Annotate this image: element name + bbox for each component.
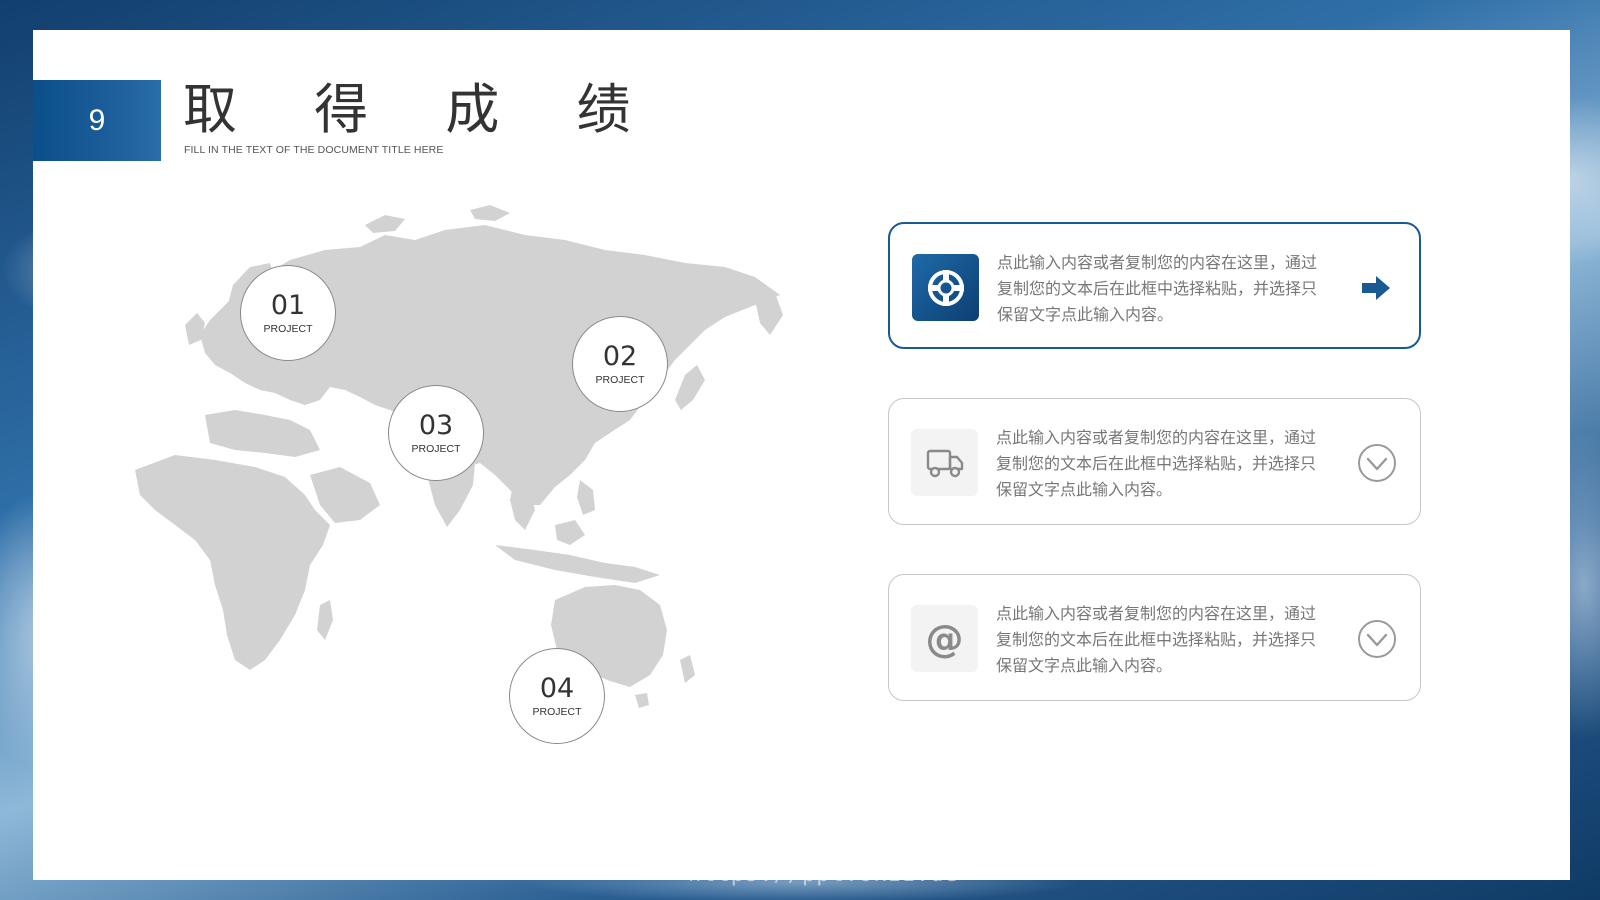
slide-number: 9	[88, 103, 106, 137]
project-marker-01[interactable]: 01 PROJECT	[240, 265, 336, 361]
chevron-down-icon	[1358, 444, 1396, 482]
card-icon-tile	[912, 254, 979, 321]
lifebuoy-icon	[927, 269, 964, 306]
at-sign-icon: @	[925, 616, 964, 661]
project-marker-04[interactable]: 04 PROJECT	[509, 648, 605, 744]
marker-number: 02	[602, 341, 638, 372]
card-text: 点此输入内容或者复制您的内容在这里，通过复制您的文本后在此框中选择粘贴，并选择只…	[997, 253, 1318, 324]
marker-label: PROJECT	[411, 443, 461, 455]
card-text: 点此输入内容或者复制您的内容在这里，通过复制您的文本后在此框中选择粘贴，并选择只…	[996, 428, 1317, 499]
arrow-right-icon	[1362, 276, 1390, 300]
truck-icon	[926, 449, 963, 477]
marker-number: 03	[418, 410, 454, 441]
chevron-down-icon	[1358, 620, 1396, 658]
content-card-2[interactable]: 点此输入内容或者复制您的内容在这里，通过复制您的文本后在此框中选择粘贴，并选择只…	[888, 398, 1421, 525]
marker-number: 04	[539, 673, 575, 704]
content-card-1[interactable]: 点此输入内容或者复制您的内容在这里，通过复制您的文本后在此框中选择粘贴，并选择只…	[888, 222, 1421, 349]
watermark: https://ppt.ok11.de	[688, 862, 959, 887]
marker-label: PROJECT	[595, 374, 645, 386]
project-marker-02[interactable]: 02 PROJECT	[572, 316, 668, 412]
card-action[interactable]	[1356, 442, 1398, 484]
card-action[interactable]	[1355, 267, 1397, 309]
marker-label: PROJECT	[532, 706, 582, 718]
marker-label: PROJECT	[263, 323, 313, 335]
content-card-3[interactable]: @ 点此输入内容或者复制您的内容在这里，通过复制您的文本后在此框中选择粘贴，并选…	[888, 574, 1421, 701]
page-title: 取 得 成 绩	[183, 78, 661, 141]
marker-number: 01	[270, 290, 306, 321]
card-text: 点此输入内容或者复制您的内容在这里，通过复制您的文本后在此框中选择粘贴，并选择只…	[996, 604, 1317, 675]
page-subtitle: FILL IN THE TEXT OF THE DOCUMENT TITLE H…	[184, 144, 444, 156]
card-icon-tile: @	[911, 605, 978, 672]
slide-number-badge: 9	[33, 80, 161, 161]
card-action[interactable]	[1356, 618, 1398, 660]
project-marker-03[interactable]: 03 PROJECT	[388, 385, 484, 481]
card-icon-tile	[911, 429, 978, 496]
